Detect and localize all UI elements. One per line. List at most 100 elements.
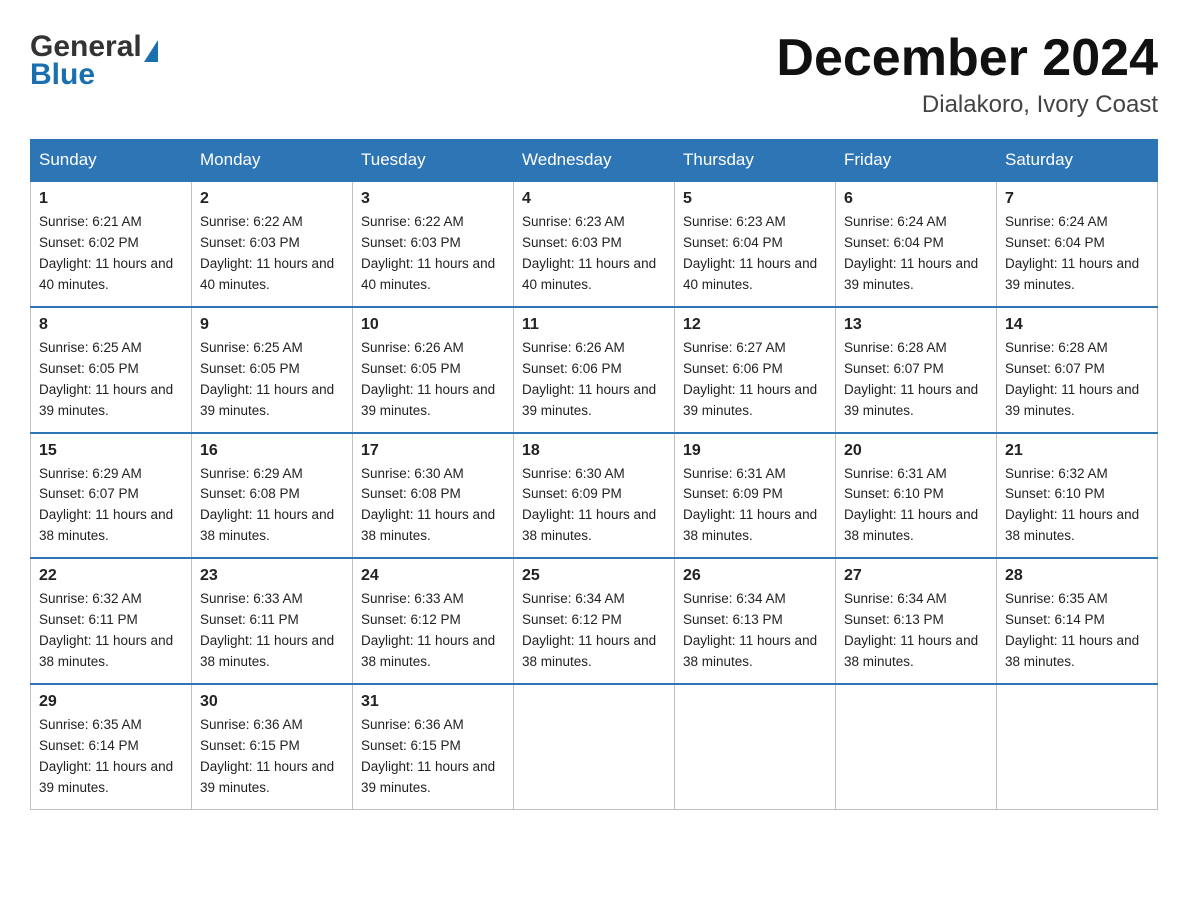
day-info: Sunrise: 6:26 AMSunset: 6:06 PMDaylight:… — [522, 338, 666, 422]
day-info: Sunrise: 6:31 AMSunset: 6:10 PMDaylight:… — [844, 464, 988, 548]
logo-blue-text: Blue — [30, 58, 95, 92]
day-number: 11 — [522, 316, 666, 334]
calendar-cell: 10 Sunrise: 6:26 AMSunset: 6:05 PMDayligh… — [353, 307, 514, 433]
day-info: Sunrise: 6:28 AMSunset: 6:07 PMDaylight:… — [844, 338, 988, 422]
day-number: 10 — [361, 316, 505, 334]
day-info: Sunrise: 6:25 AMSunset: 6:05 PMDaylight:… — [200, 338, 344, 422]
calendar-cell: 3 Sunrise: 6:22 AMSunset: 6:03 PMDaylight… — [353, 181, 514, 307]
calendar-table: SundayMondayTuesdayWednesdayThursdayFrid… — [30, 139, 1158, 809]
day-number: 26 — [683, 567, 827, 585]
calendar-cell — [514, 684, 675, 809]
calendar-cell: 13 Sunrise: 6:28 AMSunset: 6:07 PMDayligh… — [836, 307, 997, 433]
day-info: Sunrise: 6:31 AMSunset: 6:09 PMDaylight:… — [683, 464, 827, 548]
day-number: 9 — [200, 316, 344, 334]
calendar-cell: 29Sunrise: 6:35 AMSunset: 6:14 PMDayligh… — [31, 684, 192, 809]
day-info: Sunrise: 6:36 AMSunset: 6:15 PMDaylight:… — [361, 715, 505, 799]
day-number: 6 — [844, 190, 988, 208]
calendar-cell: 27Sunrise: 6:34 AMSunset: 6:13 PMDayligh… — [836, 558, 997, 684]
logo: General Blue — [30, 30, 158, 92]
day-info: Sunrise: 6:32 AMSunset: 6:11 PMDaylight:… — [39, 589, 183, 673]
calendar-cell: 4Sunrise: 6:23 AMSunset: 6:03 PMDaylight… — [514, 181, 675, 307]
day-info: Sunrise: 6:35 AMSunset: 6:14 PMDaylight:… — [1005, 589, 1149, 673]
header-cell-friday: Friday — [836, 140, 997, 182]
header-cell-sunday: Sunday — [31, 140, 192, 182]
calendar-cell: 6 Sunrise: 6:24 AMSunset: 6:04 PMDaylight… — [836, 181, 997, 307]
day-number: 15 — [39, 442, 183, 460]
calendar-cell: 14Sunrise: 6:28 AMSunset: 6:07 PMDayligh… — [997, 307, 1158, 433]
day-info: Sunrise: 6:26 AMSunset: 6:05 PMDaylight:… — [361, 338, 505, 422]
header-cell-saturday: Saturday — [997, 140, 1158, 182]
day-info: Sunrise: 6:24 AMSunset: 6:04 PMDaylight:… — [844, 212, 988, 296]
calendar-cell: 26Sunrise: 6:34 AMSunset: 6:13 PMDayligh… — [675, 558, 836, 684]
calendar-cell: 2 Sunrise: 6:22 AMSunset: 6:03 PMDaylight… — [192, 181, 353, 307]
header-row: SundayMondayTuesdayWednesdayThursdayFrid… — [31, 140, 1158, 182]
location-title: Dialakoro, Ivory Coast — [776, 91, 1158, 119]
calendar-cell: 5 Sunrise: 6:23 AMSunset: 6:04 PMDaylight… — [675, 181, 836, 307]
day-number: 12 — [683, 316, 827, 334]
day-info: Sunrise: 6:34 AMSunset: 6:13 PMDaylight:… — [844, 589, 988, 673]
day-number: 2 — [200, 190, 344, 208]
day-info: Sunrise: 6:29 AMSunset: 6:08 PMDaylight:… — [200, 464, 344, 548]
calendar-body: 1 Sunrise: 6:21 AMSunset: 6:02 PMDaylight… — [31, 181, 1158, 809]
calendar-cell: 28 Sunrise: 6:35 AMSunset: 6:14 PMDayligh… — [997, 558, 1158, 684]
calendar-cell: 22 Sunrise: 6:32 AMSunset: 6:11 PMDayligh… — [31, 558, 192, 684]
calendar-week-2: 8 Sunrise: 6:25 AMSunset: 6:05 PMDaylight… — [31, 307, 1158, 433]
calendar-cell — [997, 684, 1158, 809]
day-number: 17 — [361, 442, 505, 460]
day-info: Sunrise: 6:35 AMSunset: 6:14 PMDaylight:… — [39, 715, 183, 799]
header-cell-wednesday: Wednesday — [514, 140, 675, 182]
day-info: Sunrise: 6:32 AMSunset: 6:10 PMDaylight:… — [1005, 464, 1149, 548]
calendar-cell: 23Sunrise: 6:33 AMSunset: 6:11 PMDayligh… — [192, 558, 353, 684]
day-info: Sunrise: 6:27 AMSunset: 6:06 PMDaylight:… — [683, 338, 827, 422]
day-number: 30 — [200, 693, 344, 711]
calendar-week-1: 1 Sunrise: 6:21 AMSunset: 6:02 PMDaylight… — [31, 181, 1158, 307]
day-number: 5 — [683, 190, 827, 208]
calendar-cell: 7 Sunrise: 6:24 AMSunset: 6:04 PMDaylight… — [997, 181, 1158, 307]
calendar-cell — [675, 684, 836, 809]
day-number: 16 — [200, 442, 344, 460]
day-info: Sunrise: 6:22 AMSunset: 6:03 PMDaylight:… — [361, 212, 505, 296]
calendar-cell: 31 Sunrise: 6:36 AMSunset: 6:15 PMDayligh… — [353, 684, 514, 809]
day-number: 25 — [522, 567, 666, 585]
calendar-cell: 11 Sunrise: 6:26 AMSunset: 6:06 PMDayligh… — [514, 307, 675, 433]
calendar-cell: 25 Sunrise: 6:34 AMSunset: 6:12 PMDayligh… — [514, 558, 675, 684]
calendar-cell: 1 Sunrise: 6:21 AMSunset: 6:02 PMDaylight… — [31, 181, 192, 307]
day-number: 8 — [39, 316, 183, 334]
calendar-week-3: 15 Sunrise: 6:29 AMSunset: 6:07 PMDayligh… — [31, 433, 1158, 559]
day-info: Sunrise: 6:30 AMSunset: 6:09 PMDaylight:… — [522, 464, 666, 548]
day-number: 4 — [522, 190, 666, 208]
day-info: Sunrise: 6:34 AMSunset: 6:12 PMDaylight:… — [522, 589, 666, 673]
day-info: Sunrise: 6:33 AMSunset: 6:11 PMDaylight:… — [200, 589, 344, 673]
month-title: December 2024 — [776, 30, 1158, 87]
calendar-cell — [836, 684, 997, 809]
header-cell-tuesday: Tuesday — [353, 140, 514, 182]
day-info: Sunrise: 6:29 AMSunset: 6:07 PMDaylight:… — [39, 464, 183, 548]
day-number: 13 — [844, 316, 988, 334]
day-number: 31 — [361, 693, 505, 711]
title-block: December 2024 Dialakoro, Ivory Coast — [776, 30, 1158, 119]
calendar-cell: 17Sunrise: 6:30 AMSunset: 6:08 PMDayligh… — [353, 433, 514, 559]
day-number: 20 — [844, 442, 988, 460]
day-number: 28 — [1005, 567, 1149, 585]
day-number: 7 — [1005, 190, 1149, 208]
day-number: 14 — [1005, 316, 1149, 334]
calendar-cell: 24Sunrise: 6:33 AMSunset: 6:12 PMDayligh… — [353, 558, 514, 684]
day-info: Sunrise: 6:24 AMSunset: 6:04 PMDaylight:… — [1005, 212, 1149, 296]
day-info: Sunrise: 6:25 AMSunset: 6:05 PMDaylight:… — [39, 338, 183, 422]
day-number: 22 — [39, 567, 183, 585]
day-number: 1 — [39, 190, 183, 208]
day-number: 3 — [361, 190, 505, 208]
day-number: 24 — [361, 567, 505, 585]
calendar-cell: 18 Sunrise: 6:30 AMSunset: 6:09 PMDayligh… — [514, 433, 675, 559]
calendar-cell: 19 Sunrise: 6:31 AMSunset: 6:09 PMDayligh… — [675, 433, 836, 559]
day-info: Sunrise: 6:23 AMSunset: 6:04 PMDaylight:… — [683, 212, 827, 296]
day-number: 19 — [683, 442, 827, 460]
calendar-cell: 21Sunrise: 6:32 AMSunset: 6:10 PMDayligh… — [997, 433, 1158, 559]
day-number: 18 — [522, 442, 666, 460]
day-info: Sunrise: 6:22 AMSunset: 6:03 PMDaylight:… — [200, 212, 344, 296]
header-cell-monday: Monday — [192, 140, 353, 182]
day-info: Sunrise: 6:21 AMSunset: 6:02 PMDaylight:… — [39, 212, 183, 296]
calendar-cell: 9 Sunrise: 6:25 AMSunset: 6:05 PMDaylight… — [192, 307, 353, 433]
calendar-cell: 20 Sunrise: 6:31 AMSunset: 6:10 PMDayligh… — [836, 433, 997, 559]
calendar-week-5: 29Sunrise: 6:35 AMSunset: 6:14 PMDayligh… — [31, 684, 1158, 809]
